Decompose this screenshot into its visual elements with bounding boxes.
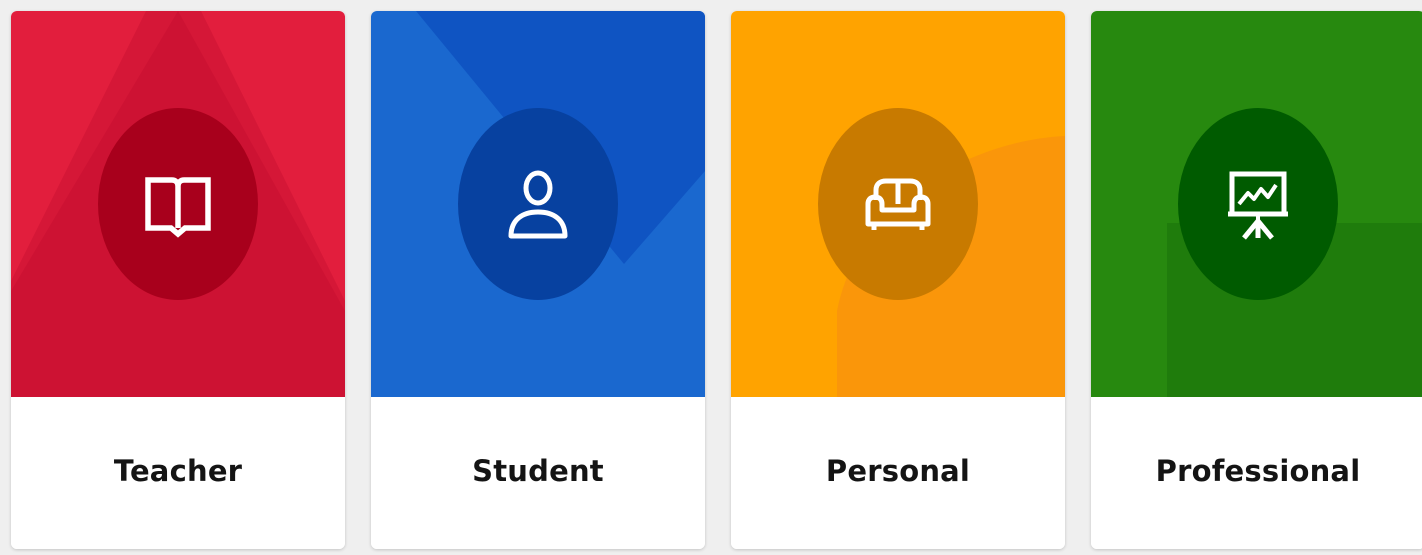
book-icon — [145, 177, 211, 238]
card-teacher-badge — [98, 108, 258, 300]
account-type-selector: Teacher Student Personal Professional — [0, 0, 1422, 555]
card-personal[interactable]: Personal — [731, 11, 1065, 549]
card-personal-footer: Personal — [731, 397, 1065, 549]
sofa-icon — [865, 178, 931, 230]
card-professional-footer: Professional — [1091, 397, 1422, 549]
card-student-banner — [371, 11, 705, 397]
card-professional-badge — [1178, 108, 1338, 300]
card-student-badge — [458, 108, 618, 300]
user-icon — [508, 170, 568, 239]
card-professional-banner — [1091, 11, 1422, 397]
card-teacher-banner — [11, 11, 345, 397]
card-teacher-footer: Teacher — [11, 397, 345, 549]
card-professional[interactable]: Professional — [1091, 11, 1422, 549]
card-student-label: Student — [472, 454, 604, 488]
card-professional-label: Professional — [1155, 454, 1361, 488]
card-teacher-label: Teacher — [113, 454, 243, 488]
card-student[interactable]: Student — [371, 11, 705, 549]
card-personal-banner — [731, 11, 1065, 397]
card-personal-badge — [818, 108, 978, 300]
presentation-chart-icon — [1228, 171, 1288, 240]
card-teacher[interactable]: Teacher — [11, 11, 345, 549]
card-personal-label: Personal — [825, 454, 971, 488]
card-student-footer: Student — [371, 397, 705, 549]
